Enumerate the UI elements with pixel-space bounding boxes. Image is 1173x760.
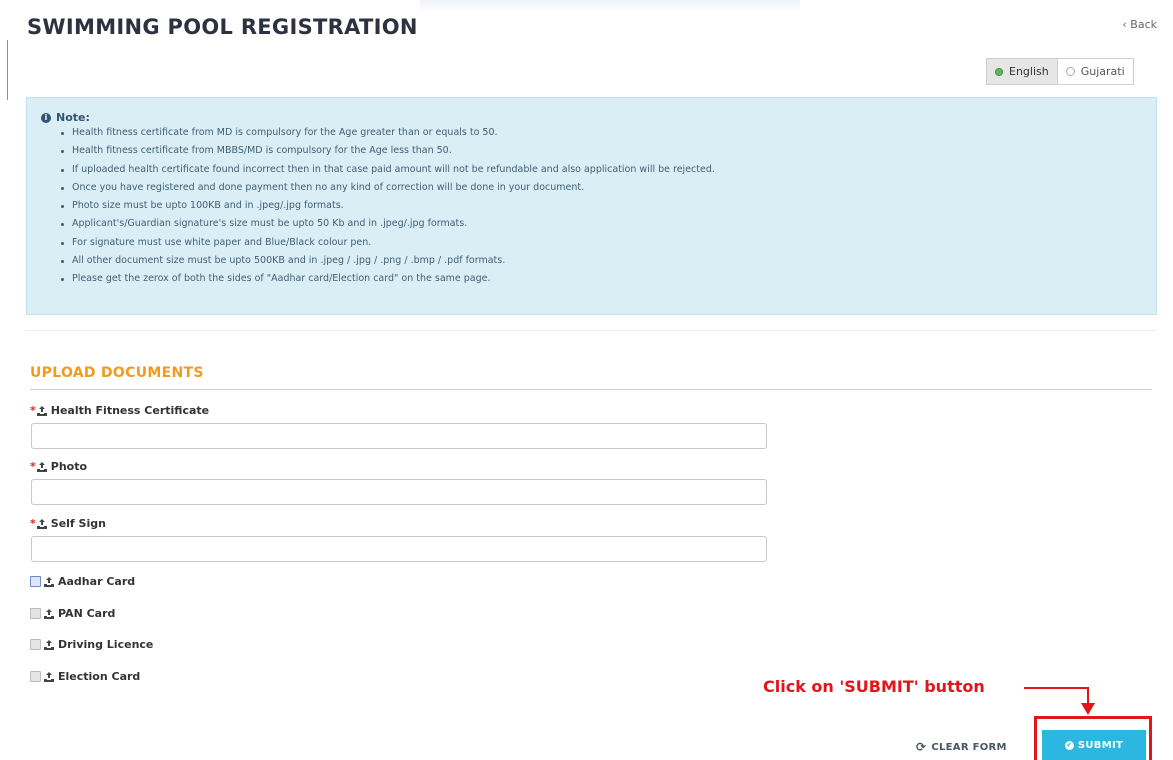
note-heading-text: Note:	[56, 111, 90, 124]
language-toggle: English Gujarati	[986, 58, 1134, 85]
document-label: Driving Licence	[58, 638, 154, 651]
field-label-text: Photo	[50, 460, 88, 473]
field-label-self-sign: * Self Sign	[30, 517, 106, 530]
note-item: Please get the zerox of both the sides o…	[61, 270, 715, 288]
field-label-photo: * Photo	[30, 460, 87, 473]
note-item: For signature must use white paper and B…	[61, 234, 715, 252]
check-circle-icon: ✔	[1064, 740, 1074, 750]
page-title: SWIMMING POOL REGISTRATION	[27, 15, 418, 39]
submit-label: SUBMIT	[1077, 739, 1124, 751]
document-option-aadhar-card: Aadhar Card	[30, 575, 135, 588]
required-marker: *	[30, 460, 36, 473]
section-divider	[30, 389, 1152, 390]
note-item: If uploaded health certificate found inc…	[61, 161, 715, 179]
top-shade	[420, 0, 800, 12]
note-panel: i Note: Health fitness certificate from …	[26, 97, 1157, 315]
info-icon: i	[41, 112, 51, 123]
upload-icon	[44, 608, 54, 619]
document-label: PAN Card	[58, 607, 116, 620]
self-sign-field[interactable]	[31, 536, 767, 562]
section-title: UPLOAD DOCUMENTS	[30, 365, 204, 381]
note-heading: i Note:	[41, 111, 90, 124]
submit-button[interactable]: ✔ SUBMIT	[1042, 730, 1146, 760]
radio-selected-icon	[995, 67, 1003, 76]
upload-icon	[44, 576, 54, 587]
note-item: All other document size must be upto 500…	[61, 252, 715, 270]
annotation-arrow-head	[1081, 703, 1095, 715]
field-label-text: Self Sign	[50, 517, 106, 530]
note-item: Photo size must be upto 100KB and in .jp…	[61, 197, 715, 215]
document-option-pan-card: PAN Card	[30, 607, 115, 620]
note-item: Health fitness certificate from MBBS/MD …	[61, 142, 715, 160]
health-fitness-certificate-field[interactable]	[31, 423, 767, 449]
upload-icon	[36, 461, 47, 472]
language-option-english[interactable]: English	[987, 59, 1058, 84]
document-option-election-card: Election Card	[30, 670, 140, 683]
divider	[26, 330, 1157, 331]
radio-unselected-icon	[1065, 67, 1075, 76]
upload-icon	[44, 671, 54, 682]
language-option-gujarati[interactable]: Gujarati	[1058, 59, 1133, 84]
refresh-icon: ⟳	[916, 740, 927, 754]
note-list: Health fitness certificate from MD is co…	[61, 124, 715, 289]
document-label: Election Card	[58, 670, 141, 683]
clear-form-button[interactable]: ⟳ CLEAR FORM	[916, 740, 1007, 754]
note-item: Applicant's/Guardian signature's size mu…	[61, 215, 715, 233]
driving-licence-checkbox[interactable]	[30, 639, 41, 650]
upload-icon	[44, 639, 54, 650]
annotation-text: Click on 'SUBMIT' button	[763, 677, 985, 696]
pan-card-checkbox[interactable]	[30, 608, 41, 619]
photo-field[interactable]	[31, 479, 767, 505]
note-item: Health fitness certificate from MD is co…	[61, 124, 715, 142]
field-label-text: Health Fitness Certificate	[50, 404, 210, 417]
language-label-english: English	[1009, 65, 1049, 78]
upload-icon	[36, 405, 47, 416]
election-card-checkbox[interactable]	[30, 671, 41, 682]
left-rule	[7, 40, 8, 100]
field-label-health-fitness-certificate: * Health Fitness Certificate	[30, 404, 209, 417]
aadhar-card-checkbox[interactable]	[30, 576, 41, 587]
clear-form-label: CLEAR FORM	[931, 741, 1007, 753]
back-link[interactable]: ‹ Back	[1122, 18, 1157, 31]
upload-icon	[36, 518, 47, 529]
required-marker: *	[30, 404, 36, 417]
annotation-arrow-line	[1024, 687, 1089, 689]
document-label: Aadhar Card	[58, 575, 136, 588]
document-option-driving-licence: Driving Licence	[30, 638, 153, 651]
required-marker: *	[30, 517, 36, 530]
language-label-gujarati: Gujarati	[1080, 65, 1125, 78]
note-item: Once you have registered and done paymen…	[61, 179, 715, 197]
